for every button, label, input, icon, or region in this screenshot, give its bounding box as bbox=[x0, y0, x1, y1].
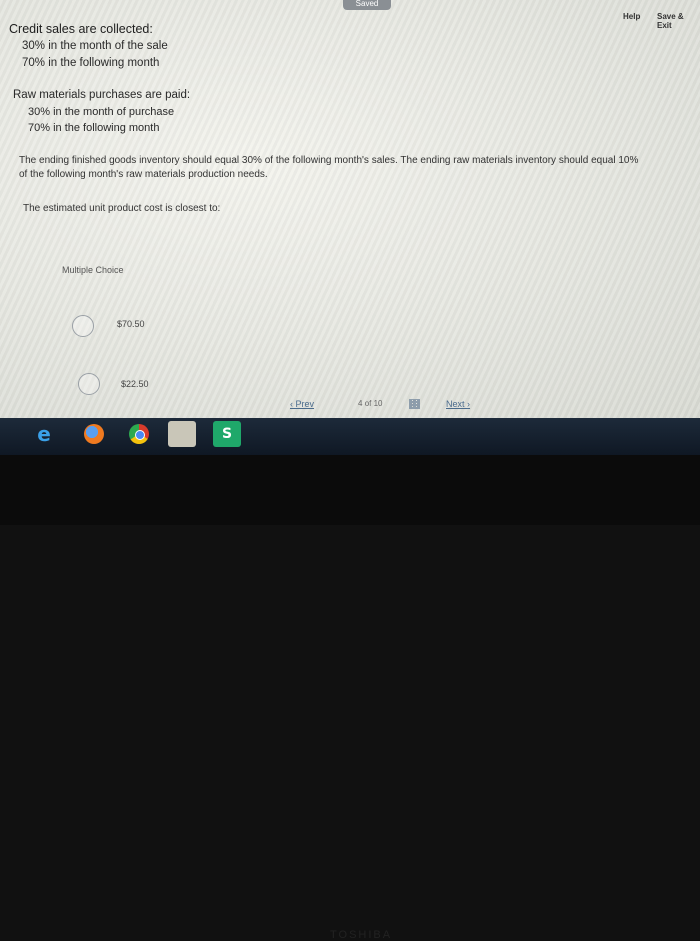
page-current: 4 bbox=[358, 399, 363, 408]
brand-logo: TOSHIBA bbox=[330, 929, 393, 941]
next-label: Next bbox=[446, 399, 465, 409]
raw-materials-title: Raw materials purchases are paid: bbox=[13, 89, 191, 101]
credit-line-2: 70% in the following month bbox=[22, 57, 160, 69]
file-explorer-icon[interactable] bbox=[168, 421, 196, 447]
screen: Saved Help Save & Exit Credit sales are … bbox=[0, 0, 700, 418]
chrome-icon[interactable] bbox=[125, 421, 153, 447]
app-s-icon[interactable]: S bbox=[213, 421, 241, 447]
save-exit-button[interactable]: Save & Exit bbox=[657, 12, 700, 30]
page-total: 10 bbox=[373, 399, 383, 408]
grid-icon[interactable] bbox=[409, 399, 420, 409]
option-1-text[interactable]: $70.50 bbox=[117, 319, 145, 329]
next-button[interactable]: Next › bbox=[446, 399, 470, 409]
ie-icon[interactable]: e bbox=[30, 421, 58, 447]
credit-line-1: 30% in the month of the sale bbox=[22, 40, 168, 52]
raw-line-1: 30% in the month of purchase bbox=[28, 106, 175, 118]
radio-option-1[interactable] bbox=[72, 315, 94, 337]
question-prompt: The estimated unit product cost is close… bbox=[23, 203, 221, 214]
prev-label: Prev bbox=[295, 399, 315, 409]
inventory-text-line-1: The ending finished goods inventory shou… bbox=[19, 155, 638, 166]
page-indicator: 4 of 10 bbox=[358, 399, 383, 408]
firefox-icon[interactable] bbox=[80, 421, 108, 447]
inventory-text-1: The ending finished goods inventory shou… bbox=[19, 155, 639, 166]
raw-line-2: 70% in the following month bbox=[28, 122, 160, 134]
prev-button[interactable]: ‹ Prev bbox=[290, 399, 314, 409]
radio-option-2[interactable] bbox=[78, 373, 100, 395]
inventory-text-line-2: of the following month's raw materials p… bbox=[19, 169, 268, 180]
laptop-bezel: TOSHIBA bbox=[0, 455, 700, 941]
multiple-choice-label: Multiple Choice bbox=[62, 265, 124, 275]
page-of: of bbox=[364, 399, 372, 408]
credit-sales-title: Credit sales are collected: bbox=[9, 22, 153, 36]
help-button[interactable]: Help bbox=[623, 12, 640, 21]
option-2-text[interactable]: $22.50 bbox=[121, 379, 149, 389]
saved-indicator: Saved bbox=[343, 0, 391, 10]
chevron-right-icon: › bbox=[467, 399, 471, 409]
chevron-left-icon: ‹ bbox=[290, 399, 293, 409]
